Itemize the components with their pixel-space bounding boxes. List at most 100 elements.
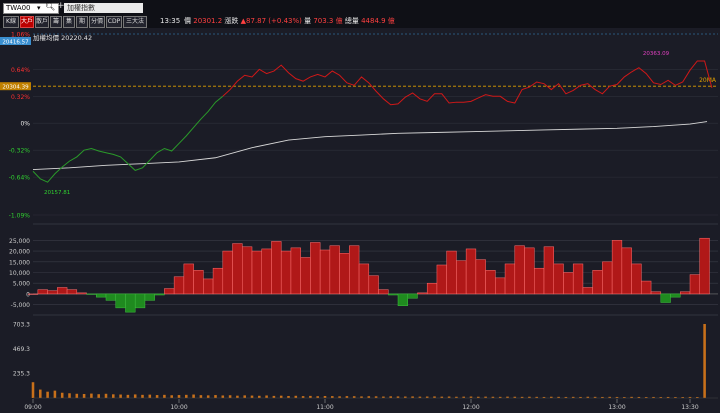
quote-bar: 價 20301.2 漲跌 ▲87.87 (+0.43%) 量 703.3 億 總… <box>184 16 395 26</box>
volume-bar <box>104 393 108 398</box>
change-value: ▲87.87 (+0.43%) <box>240 17 302 25</box>
net-bar <box>689 274 700 295</box>
toolbar: TWA00 ▾ 🔍︎ + 加權指數 K線 大戶 散戶籌集期分價 CDP 三大法 13:3… <box>0 0 720 28</box>
volume-bar <box>192 394 195 398</box>
x-tick-label: 09:00 <box>24 404 41 411</box>
volume-bar <box>199 395 203 398</box>
toolbar-button-6[interactable]: 分價 <box>89 16 105 28</box>
volume-label: 量 <box>304 17 312 25</box>
price-y-tick: 0.64% <box>11 67 30 74</box>
net-bar <box>251 250 262 295</box>
toolbar-button-8[interactable]: 三大法 <box>123 16 147 28</box>
volume-bar <box>97 394 100 398</box>
net-bar <box>368 275 379 295</box>
net-bar <box>154 293 165 296</box>
high-annotation: 20363.09 <box>643 51 670 57</box>
net-bar <box>329 245 340 295</box>
net-bar <box>660 293 671 303</box>
volume-bar <box>39 389 42 398</box>
net-bar <box>641 280 652 295</box>
bar-y-tick: 25,000 <box>9 238 30 245</box>
net-bar <box>358 263 370 295</box>
net-bar <box>203 278 214 295</box>
net-bar <box>670 293 681 298</box>
net-bar <box>76 292 87 295</box>
price-value: 20301.2 <box>193 17 223 25</box>
volume-bar <box>221 395 225 398</box>
bar-y-tick: -5,000 <box>11 302 31 309</box>
toolbar-button-0[interactable]: K線 <box>3 16 19 28</box>
net-bar <box>631 263 642 295</box>
volume-bar <box>119 394 122 398</box>
net-bar <box>242 246 253 295</box>
volume-bar <box>133 394 137 398</box>
volume-bar <box>236 395 239 398</box>
toolbar-button-1[interactable]: 大戶 <box>20 16 34 28</box>
search-icon[interactable]: 🔍︎ <box>45 2 55 11</box>
volume-bar <box>250 395 254 398</box>
bar-y-tick: 0 <box>26 291 30 298</box>
net-bar <box>105 293 116 301</box>
low-annotation: 20157.81 <box>44 190 70 196</box>
price-y-tick: -1.09% <box>9 213 31 220</box>
bar-y-tick: 5,000 <box>13 281 30 288</box>
net-bar <box>602 261 613 295</box>
volume-bar <box>31 382 35 398</box>
net-bar <box>47 290 58 295</box>
net-bar <box>212 267 224 295</box>
volume-y-tick: 235.3 <box>13 371 30 378</box>
net-bar <box>134 293 146 309</box>
net-bar <box>388 293 399 296</box>
bar-y-tick: 20,000 <box>9 249 30 256</box>
high-axis-tag: 20416.57 <box>2 40 29 46</box>
volume-y-tick: 469.3 <box>13 346 30 353</box>
volume-bar <box>272 395 276 398</box>
net-bar <box>621 247 632 295</box>
toolbar-button-3[interactable]: 籌 <box>50 16 62 28</box>
net-bar <box>144 293 155 301</box>
net-bar <box>193 270 204 295</box>
volume-bar <box>53 390 57 398</box>
price-y-tick: 0% <box>20 121 30 128</box>
x-tick-label: 13:00 <box>608 404 625 411</box>
volume-bar <box>294 395 298 398</box>
x-tick-label: 10:00 <box>170 404 187 411</box>
volume-bar <box>82 394 86 398</box>
net-bar <box>222 250 233 295</box>
net-bar <box>86 293 97 295</box>
x-tick-label: 13:30 <box>681 404 698 411</box>
net-bar <box>300 257 311 295</box>
volume-bar <box>185 394 188 398</box>
x-tick-label: 12:00 <box>462 404 479 411</box>
toolbar-button-5[interactable]: 期 <box>76 16 88 28</box>
volume-bar <box>309 395 312 398</box>
net-bar <box>495 277 506 295</box>
net-bar <box>407 293 418 299</box>
toolbar-button-7[interactable]: CDP <box>106 16 122 28</box>
net-bar <box>57 287 68 295</box>
net-bar <box>290 247 301 295</box>
toolbar-button-2[interactable]: 散戶 <box>35 16 49 28</box>
volume-bar <box>703 324 706 398</box>
toolbar-button-4[interactable]: 集 <box>63 16 75 28</box>
net-bar <box>680 291 691 295</box>
time-display: 13:35 <box>160 17 181 25</box>
net-bar <box>426 282 438 295</box>
volume-bar <box>214 395 217 398</box>
symbol-value: TWA00 <box>6 4 31 12</box>
chevron-down-icon[interactable]: ▾ <box>37 3 41 14</box>
volume-bar <box>46 391 49 398</box>
net-bar <box>485 270 496 295</box>
volume-bar <box>228 395 232 398</box>
price-y-tick: -0.32% <box>9 148 31 155</box>
net-bar <box>115 293 126 309</box>
volume-bar <box>90 393 93 398</box>
volume-bar <box>68 393 71 398</box>
net-bar <box>27 293 39 295</box>
net-bar <box>232 243 243 295</box>
chart-area[interactable]: 1.06%0.64%0.32%0%-0.32%-0.64%-1.09%20MA2… <box>0 28 720 413</box>
net-bar <box>572 263 584 295</box>
net-bar <box>280 250 292 295</box>
volume-bar <box>177 395 181 398</box>
price-y-tick: 0.32% <box>11 94 30 101</box>
